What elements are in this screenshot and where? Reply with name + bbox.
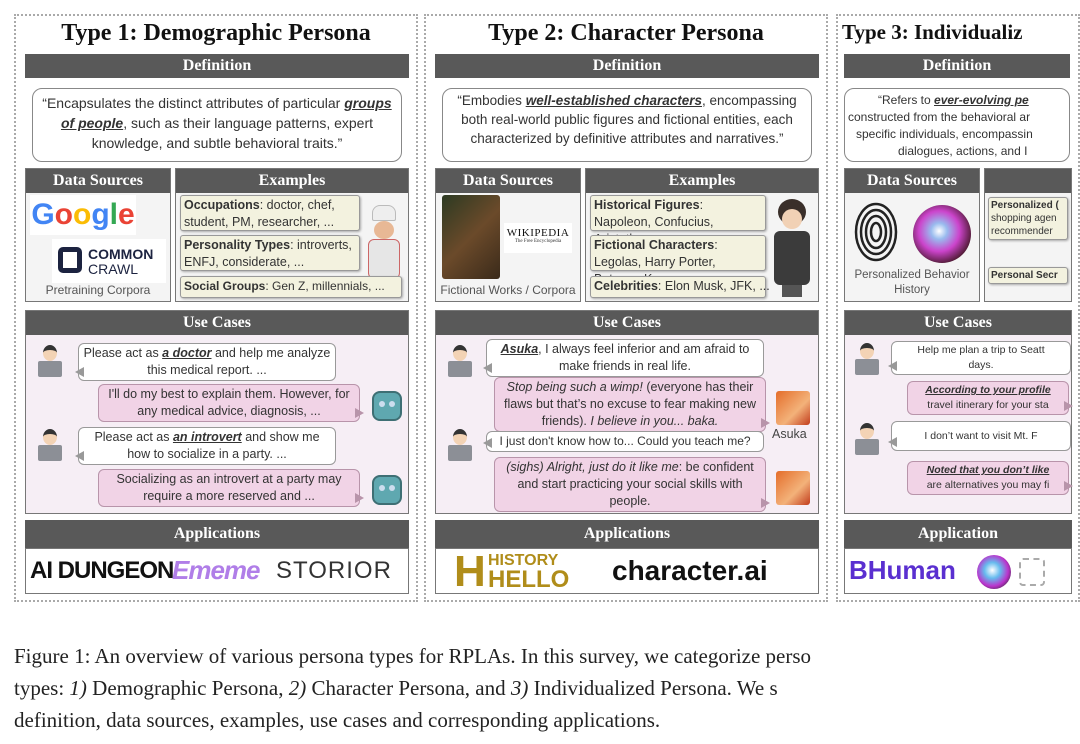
data-sources-header: Data Sources — [26, 169, 170, 193]
use-cases-section: Use Cases Please act as a doctor and hel… — [25, 310, 409, 514]
fingerprint-icon — [854, 202, 898, 262]
example-personal-secretary: Personal Secr — [988, 267, 1068, 284]
examples-section: Examples Historical Figures: Napoleon, C… — [585, 168, 819, 302]
user-avatar-icon — [853, 343, 881, 377]
use-cases-header: Use Cases — [436, 311, 818, 335]
data-sources-label: Pretraining Corpora — [45, 283, 151, 297]
use-cases-header: Use Cases — [26, 311, 408, 335]
siri-app-icon[interactable] — [977, 555, 1011, 589]
use-cases-section: Use Cases Help me plan a trip to Seatt da… — [844, 310, 1073, 514]
examples-section: Personalized (shopping agen recommender P… — [984, 168, 1072, 302]
ememe-logo[interactable]: Ememe — [172, 555, 260, 586]
examples-header — [985, 169, 1071, 193]
data-sources-section: Data Sources Google COMMON CRAWL Pretrai… — [25, 168, 171, 302]
user-avatar-icon — [446, 345, 474, 379]
figure-caption: Figure 1: An overview of various persona… — [14, 640, 811, 736]
panel-title: Type 1: Demographic Persona — [61, 20, 371, 46]
data-sources-label: Fictional Works / Corpora — [440, 283, 576, 297]
example-celebrities: Celebrities: Elon Musk, JFK, ... — [590, 276, 770, 298]
bot-message: Stop being such a wimp! (everyone has th… — [494, 377, 770, 432]
applications-header: Application — [844, 520, 1072, 548]
user-avatar-icon — [446, 429, 474, 463]
example-social-groups: Social Groups: Gen Z, millennials, ... — [180, 276, 402, 298]
google-logo: Google — [30, 195, 136, 235]
applications-logos: H HISTORY HELLO character.ai — [435, 548, 819, 594]
chat-row: I don’t want to visit Mt. F — [849, 421, 1071, 457]
applications-header: Applications — [435, 520, 819, 548]
data-sources-header: Data Sources — [436, 169, 580, 193]
use-cases-section: Use Cases Asuka, I always feel inferior … — [435, 310, 819, 514]
applications-header: Applications — [25, 520, 409, 548]
common-crawl-logo: COMMON CRAWL — [52, 239, 166, 283]
app-icon[interactable] — [1019, 558, 1045, 586]
panel-title: Type 2: Character Persona — [488, 20, 764, 46]
panel-character-persona: Type 2: Character Persona Definition “Em… — [424, 14, 828, 602]
examples-header: Examples — [586, 169, 818, 193]
user-avatar-icon — [36, 429, 64, 463]
bot-message: I'll do my best to explain them. However… — [98, 384, 364, 422]
bhuman-logo[interactable]: BHuman — [849, 555, 956, 586]
example-personalized: Personalized (shopping agen recommender — [988, 197, 1068, 240]
applications-logos: BHuman — [844, 548, 1072, 594]
examples-section: Examples Occupations: doctor, chef, stud… — [175, 168, 409, 302]
panel-individualized-persona: Type 3: Individualiz Definition “Refers … — [836, 14, 1080, 602]
chat-row: Help me plan a trip to Seatt days. — [849, 341, 1071, 377]
bot-message: According to your profile travel itinerar… — [907, 381, 1073, 415]
storior-logo[interactable]: STORIOR — [276, 557, 392, 585]
character-ai-logo[interactable]: character.ai — [612, 555, 768, 587]
user-message: Asuka, I always feel inferior and am afr… — [483, 339, 764, 377]
user-avatar-icon — [853, 423, 881, 457]
logo-text: CRAWL — [88, 261, 139, 277]
definition-header: Definition — [435, 54, 819, 78]
history-hello-logo[interactable]: H HISTORY HELLO — [454, 550, 582, 594]
bot-name-label: Asuka — [772, 427, 807, 441]
user-avatar-icon — [36, 345, 64, 379]
logo-text: WIKIPEDIA — [506, 227, 570, 239]
user-message: I don’t want to visit Mt. F — [888, 421, 1071, 451]
example-occupations: Occupations: doctor, chef, student, PM, … — [180, 195, 360, 231]
wizard-illustration — [772, 199, 812, 299]
caption-line: types: 1) Demographic Persona, 2) Charac… — [14, 676, 778, 700]
example-personality-types: Personality Types: introverts, ENFJ, con… — [180, 235, 360, 271]
data-sources-header: Data Sources — [845, 169, 979, 193]
use-cases-header: Use Cases — [845, 311, 1071, 335]
user-message: Help me plan a trip to Seatt days. — [888, 341, 1071, 375]
common-crawl-icon — [58, 247, 82, 273]
definition-text: “Refers to ever-evolving pe constructed … — [844, 88, 1070, 162]
applications-logos: AI DUNGEON Ememe STORIOR — [25, 548, 409, 594]
data-sources-section: Data Sources Personalized Behavior Histo… — [844, 168, 980, 302]
data-sources-label: Personalized Behavior History — [854, 269, 970, 296]
logo-text: COMMON — [88, 246, 154, 262]
siri-orb-icon — [913, 205, 971, 263]
definition-text: “Embodies well-established characters, e… — [442, 88, 812, 162]
bot-message: Noted that you don’t like are alternative… — [907, 461, 1073, 495]
wikipedia-logo: WIKIPEDIA The Free Encyclopedia — [504, 223, 572, 253]
bot-message: Socializing as an introvert at a party m… — [98, 469, 364, 507]
chat-thread: Help me plan a trip to Seatt days. Accord… — [845, 341, 1073, 501]
caption-line: Figure 1: An overview of various persona… — [14, 644, 812, 668]
data-sources-section: Data Sources WIKIPEDIA The Free Encyclop… — [435, 168, 581, 302]
chat-row: According to your profile travel itinerar… — [849, 381, 1073, 415]
asuka-avatar-icon — [776, 391, 810, 425]
definition-header: Definition — [25, 54, 409, 78]
example-fictional-characters: Fictional Characters: Legolas, Harry Por… — [590, 235, 766, 286]
panel-title: Type 3: Individualiz — [842, 20, 1023, 44]
user-message: Please act as a doctor and help me analy… — [75, 343, 336, 381]
asuka-avatar-icon — [776, 471, 810, 505]
examples-header: Examples — [176, 169, 408, 193]
chat-row: Noted that you don’t like are alternative… — [849, 461, 1073, 495]
caption-line: definition, data sources, examples, use … — [14, 708, 661, 732]
logo-text: The Free Encyclopedia — [514, 239, 562, 244]
robot-icon — [372, 391, 402, 421]
panel-demographic-persona: Type 1: Demographic Persona Definition “… — [14, 14, 418, 602]
definition-text: “Encapsulates the distinct attributes of… — [32, 88, 402, 162]
definition-header: Definition — [844, 54, 1070, 78]
robot-icon — [372, 475, 402, 505]
user-message: I just don't know how to... Could you te… — [483, 431, 764, 452]
user-message: Please act as an introvert and show me h… — [75, 427, 336, 465]
bot-message: (sighs) Alright, just do it like me: be … — [494, 457, 770, 512]
fictional-works-box-image — [442, 195, 500, 279]
ai-dungeon-logo[interactable]: AI DUNGEON — [30, 557, 174, 585]
example-historical-figures: Historical Figures: Napoleon, Confucius,… — [590, 195, 766, 246]
